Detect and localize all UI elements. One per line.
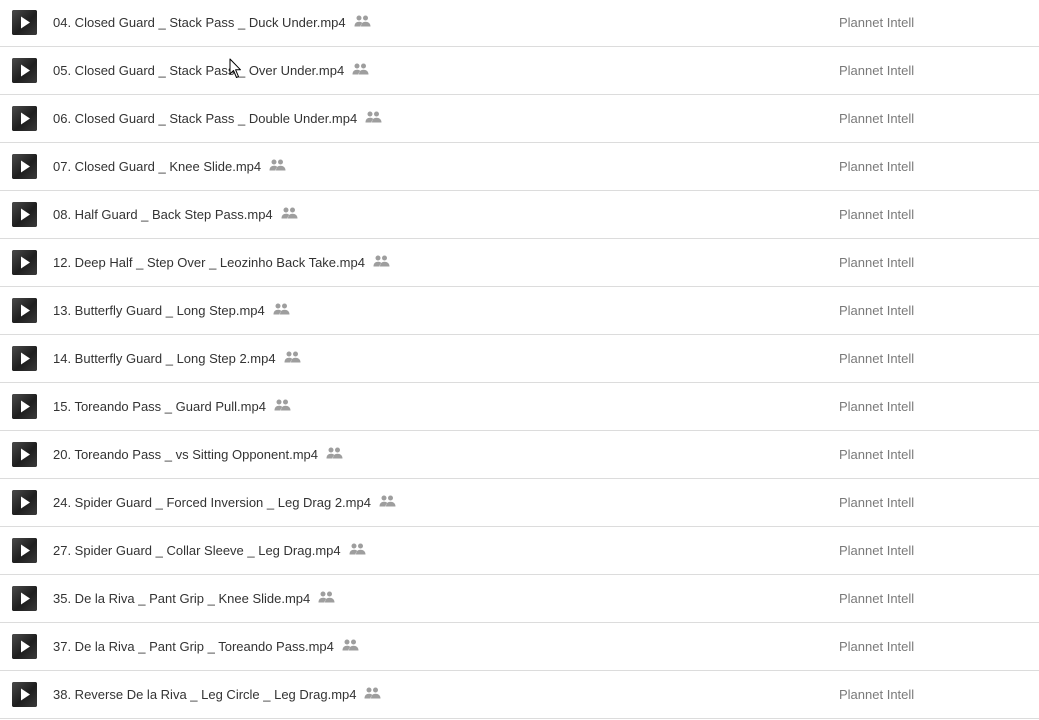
shared-people-icon bbox=[318, 591, 335, 602]
shared-people-icon bbox=[284, 351, 301, 362]
file-name[interactable]: 07. Closed Guard _ Knee Slide.mp4 bbox=[53, 143, 261, 190]
file-row[interactable]: 35. De la Riva _ Pant Grip _ Knee Slide.… bbox=[0, 575, 1039, 623]
owner-name: Plannet Intell bbox=[839, 63, 915, 78]
file-row[interactable]: 08. Half Guard _ Back Step Pass.mp4 Plan… bbox=[0, 191, 1039, 239]
file-row[interactable]: 24. Spider Guard _ Forced Inversion _ Le… bbox=[0, 479, 1039, 527]
file-row[interactable]: 13. Butterfly Guard _ Long Step.mp4 Plan… bbox=[0, 287, 1039, 335]
file-name[interactable]: 35. De la Riva _ Pant Grip _ Knee Slide.… bbox=[53, 575, 310, 622]
video-play-icon bbox=[12, 58, 37, 83]
file-name[interactable]: 05. Closed Guard _ Stack Pass _ Over Und… bbox=[53, 47, 344, 94]
shared-people-icon bbox=[352, 63, 369, 74]
owner-name: Plannet Intell bbox=[839, 111, 915, 126]
shared-people-icon bbox=[342, 639, 359, 650]
file-row[interactable]: 05. Closed Guard _ Stack Pass _ Over Und… bbox=[0, 47, 1039, 95]
shared-people-icon bbox=[326, 447, 343, 458]
video-play-icon bbox=[12, 106, 37, 131]
video-play-icon bbox=[12, 202, 37, 227]
file-name[interactable]: 14. Butterfly Guard _ Long Step 2.mp4 bbox=[53, 335, 276, 382]
file-name[interactable]: 08. Half Guard _ Back Step Pass.mp4 bbox=[53, 191, 273, 238]
video-play-icon bbox=[12, 154, 37, 179]
owner-name: Plannet Intell bbox=[839, 303, 915, 318]
owner-name: Plannet Intell bbox=[839, 687, 915, 702]
file-name[interactable]: 38. Reverse De la Riva _ Leg Circle _ Le… bbox=[53, 671, 356, 718]
shared-people-icon bbox=[354, 15, 371, 26]
video-play-icon bbox=[12, 586, 37, 611]
shared-people-icon bbox=[365, 111, 382, 122]
video-play-icon bbox=[12, 634, 37, 659]
file-name[interactable]: 27. Spider Guard _ Collar Sleeve _ Leg D… bbox=[53, 527, 341, 574]
file-row[interactable]: 14. Butterfly Guard _ Long Step 2.mp4 Pl… bbox=[0, 335, 1039, 383]
shared-people-icon bbox=[379, 495, 396, 506]
video-play-icon bbox=[12, 538, 37, 563]
shared-people-icon bbox=[349, 543, 366, 554]
file-name[interactable]: 04. Closed Guard _ Stack Pass _ Duck Und… bbox=[53, 0, 346, 45]
file-row[interactable]: 12. Deep Half _ Step Over _ Leozinho Bac… bbox=[0, 239, 1039, 287]
shared-people-icon bbox=[273, 303, 290, 314]
file-name[interactable]: 13. Butterfly Guard _ Long Step.mp4 bbox=[53, 287, 265, 334]
file-row[interactable]: 06. Closed Guard _ Stack Pass _ Double U… bbox=[0, 95, 1039, 143]
file-name[interactable]: 12. Deep Half _ Step Over _ Leozinho Bac… bbox=[53, 239, 365, 286]
shared-people-icon bbox=[269, 159, 286, 170]
shared-people-icon bbox=[281, 207, 298, 218]
owner-name: Plannet Intell bbox=[839, 495, 915, 510]
owner-name: Plannet Intell bbox=[839, 207, 915, 222]
file-row[interactable]: 07. Closed Guard _ Knee Slide.mp4 Planne… bbox=[0, 143, 1039, 191]
shared-people-icon bbox=[373, 255, 390, 266]
video-play-icon bbox=[12, 298, 37, 323]
video-play-icon bbox=[12, 442, 37, 467]
owner-name: Plannet Intell bbox=[839, 543, 915, 558]
video-play-icon bbox=[12, 250, 37, 275]
owner-name: Plannet Intell bbox=[839, 255, 915, 270]
file-row[interactable]: 04. Closed Guard _ Stack Pass _ Duck Und… bbox=[0, 0, 1039, 47]
owner-name: Plannet Intell bbox=[839, 447, 915, 462]
video-play-icon bbox=[12, 346, 37, 371]
video-play-icon bbox=[12, 394, 37, 419]
shared-people-icon bbox=[274, 399, 291, 410]
file-name[interactable]: 20. Toreando Pass _ vs Sitting Opponent.… bbox=[53, 431, 318, 478]
file-row[interactable]: 27. Spider Guard _ Collar Sleeve _ Leg D… bbox=[0, 527, 1039, 575]
owner-name: Plannet Intell bbox=[839, 159, 915, 174]
file-row[interactable]: 38. Reverse De la Riva _ Leg Circle _ Le… bbox=[0, 671, 1039, 719]
owner-name: Plannet Intell bbox=[839, 399, 915, 414]
owner-name: Plannet Intell bbox=[839, 639, 915, 654]
file-name[interactable]: 24. Spider Guard _ Forced Inversion _ Le… bbox=[53, 479, 371, 526]
video-play-icon bbox=[12, 10, 37, 35]
file-list: 04. Closed Guard _ Stack Pass _ Duck Und… bbox=[0, 0, 1039, 719]
owner-name: Plannet Intell bbox=[839, 351, 915, 366]
owner-name: Plannet Intell bbox=[839, 591, 915, 606]
video-play-icon bbox=[12, 682, 37, 707]
file-row[interactable]: 15. Toreando Pass _ Guard Pull.mp4 Plann… bbox=[0, 383, 1039, 431]
file-name[interactable]: 06. Closed Guard _ Stack Pass _ Double U… bbox=[53, 95, 357, 142]
file-row[interactable]: 20. Toreando Pass _ vs Sitting Opponent.… bbox=[0, 431, 1039, 479]
file-row[interactable]: 37. De la Riva _ Pant Grip _ Toreando Pa… bbox=[0, 623, 1039, 671]
owner-name: Plannet Intell bbox=[839, 15, 915, 30]
video-play-icon bbox=[12, 490, 37, 515]
file-name[interactable]: 37. De la Riva _ Pant Grip _ Toreando Pa… bbox=[53, 623, 334, 670]
file-name[interactable]: 15. Toreando Pass _ Guard Pull.mp4 bbox=[53, 383, 266, 430]
shared-people-icon bbox=[364, 687, 381, 698]
